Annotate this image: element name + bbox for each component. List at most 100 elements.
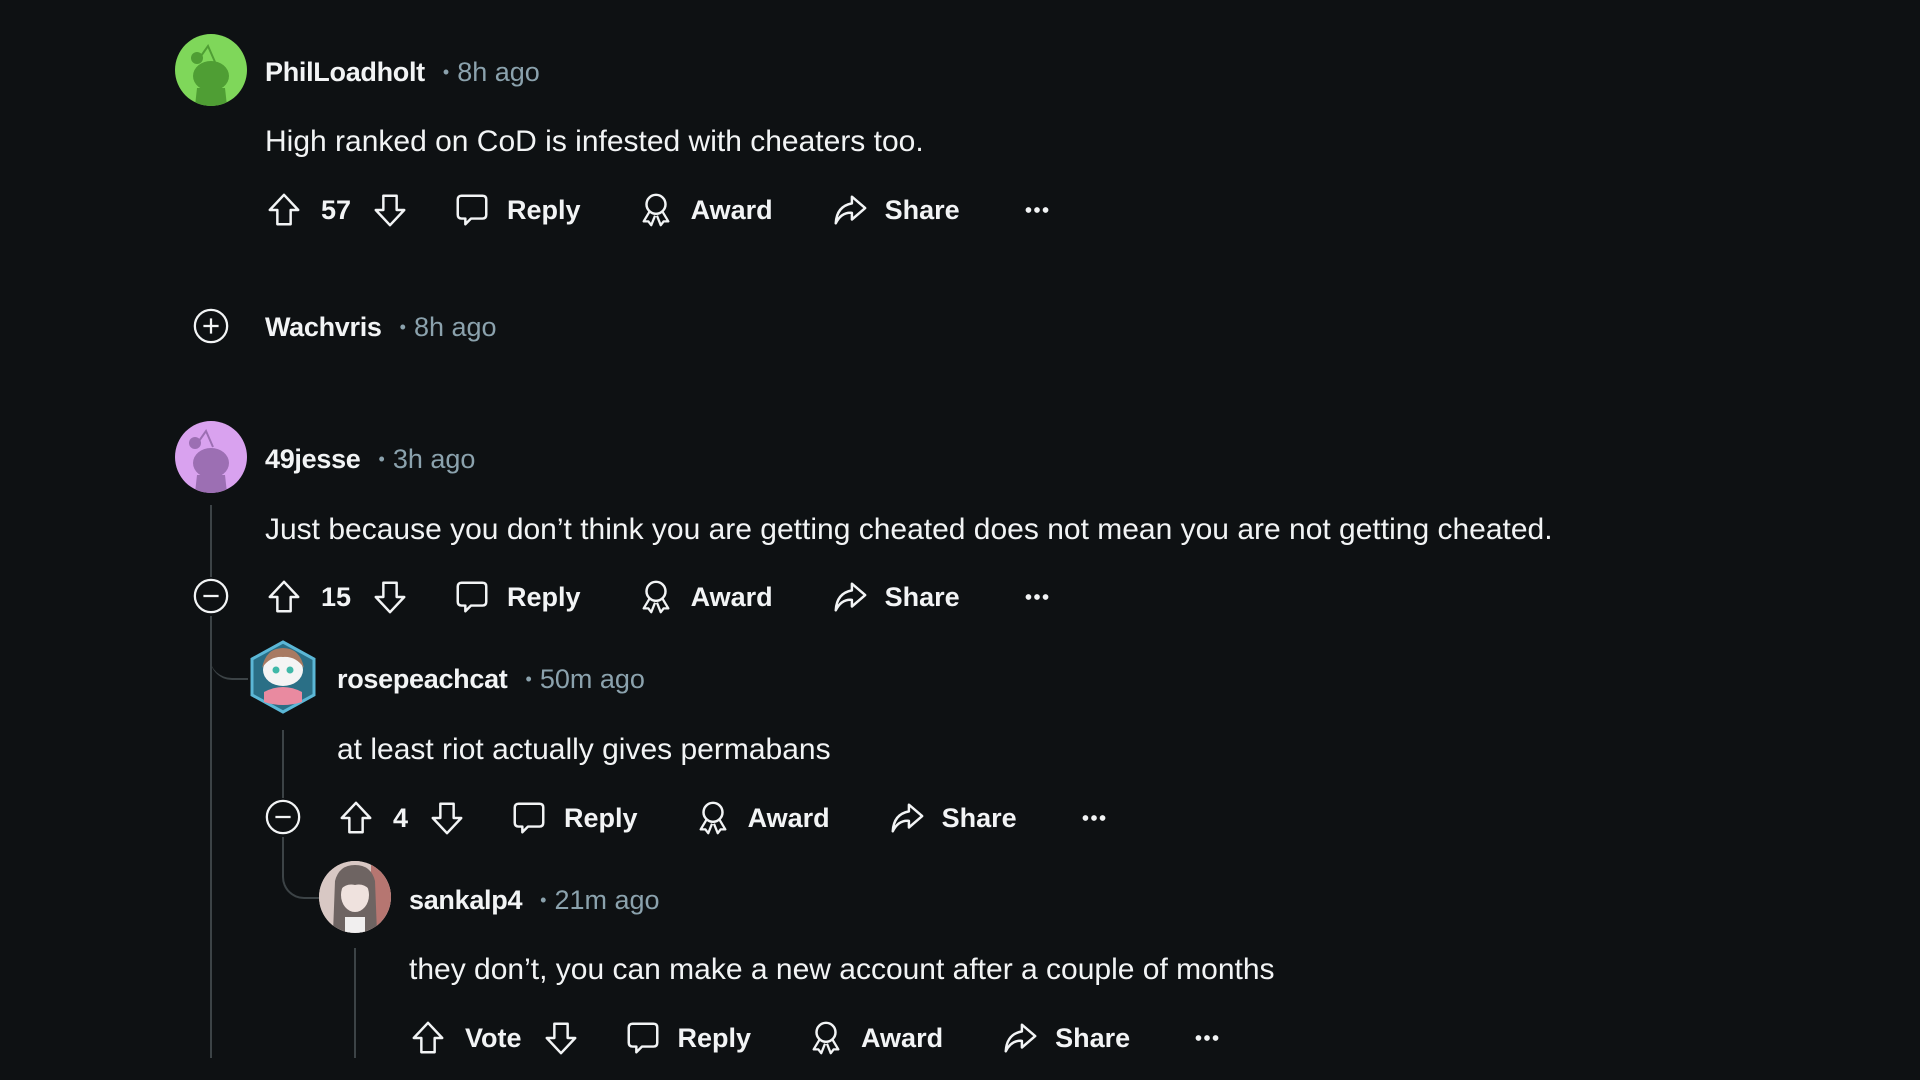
separator-dot: • [399,316,406,337]
thread-branch-sankalp4 [282,837,320,899]
downvote-icon [371,578,409,616]
thread-branch-rosepeachcat [210,616,248,680]
username[interactable]: rosepeachcat [337,664,508,695]
reply-button[interactable]: Reply [510,799,638,837]
upvote-button[interactable] [265,578,303,616]
timestamp[interactable]: 3h ago [393,444,476,475]
comment-bubble-icon [624,1019,662,1057]
comment-bubble-icon [453,578,491,616]
award-icon [694,799,732,837]
upvote-button[interactable] [409,1019,447,1057]
comment-actions: 57 Reply Award Share [265,188,1056,232]
downvote-icon [542,1019,580,1057]
username[interactable]: Wachvris [265,312,382,343]
comment-actions: 15 Reply Award Share [265,575,1056,619]
expand-plus-icon[interactable] [192,307,230,345]
vote-count: 57 [321,194,352,225]
thread-line-rosepeachcat[interactable] [282,730,284,798]
comment-meta: PhilLoadholt • 8h ago [265,52,540,92]
snoo-avatar-icon [191,43,229,106]
reply-label: Reply [507,194,581,225]
reply-label: Reply [677,1022,752,1053]
more-options-button[interactable] [1018,578,1056,616]
avatar[interactable] [250,640,316,714]
downvote-button[interactable] [428,799,466,837]
comment-bubble-icon [453,191,491,229]
upvote-icon [409,1019,447,1057]
award-label: Award [861,1022,944,1053]
award-icon [637,191,675,229]
share-label: Share [941,802,1017,833]
vote-count: 4 [393,802,409,833]
comment-meta: 49jesse • 3h ago [265,439,475,479]
separator-dot: • [442,61,450,82]
award-label: Award [747,802,830,833]
comment-meta: rosepeachcat • 50m ago [337,659,645,699]
avatar[interactable] [175,34,247,106]
avatar[interactable] [319,861,391,933]
timestamp[interactable]: 50m ago [540,664,645,695]
comment-body: they don’t, you can make a new account a… [409,953,1275,986]
separator-dot: • [378,448,385,469]
share-button[interactable]: Share [1001,1019,1130,1057]
timestamp[interactable]: 8h ago [414,312,497,343]
award-button[interactable]: Award [694,799,830,837]
share-label: Share [1055,1022,1131,1053]
award-label: Award [690,194,773,225]
comment-body: at least riot actually gives permabans [337,733,831,766]
share-label: Share [884,194,960,225]
downvote-button[interactable] [371,578,409,616]
more-dots-icon [1018,191,1056,229]
upvote-icon [337,799,375,837]
comment-bubble-icon [510,799,548,837]
username[interactable]: PhilLoadholt [265,57,425,88]
vote-count: 15 [321,581,352,612]
snoo-avatar-icon [189,428,229,493]
comment-meta: Wachvris • 8h ago [265,307,497,347]
upvote-icon [265,578,303,616]
downvote-icon [371,191,409,229]
share-label: Share [884,581,960,612]
share-arrow-icon [831,578,869,616]
share-button[interactable]: Share [888,799,1017,837]
downvote-button[interactable] [371,191,409,229]
award-button[interactable]: Award [807,1019,943,1057]
separator-dot: • [540,889,547,910]
share-button[interactable]: Share [831,191,960,229]
downvote-button[interactable] [542,1019,580,1057]
avatar[interactable] [175,421,247,493]
thread-line-sankalp4[interactable] [354,948,356,1058]
username[interactable]: 49jesse [265,444,361,475]
timestamp[interactable]: 21m ago [554,885,659,916]
reply-label: Reply [564,802,638,833]
collapse-minus-icon[interactable] [192,577,230,615]
downvote-icon [428,799,466,837]
timestamp[interactable]: 8h ago [457,57,540,88]
more-dots-icon [1018,578,1056,616]
more-dots-icon [1188,1019,1226,1057]
thread-line-49jesse[interactable] [210,505,212,577]
collapse-minus-icon[interactable] [264,798,302,836]
award-button[interactable]: Award [637,191,773,229]
share-button[interactable]: Share [831,578,960,616]
upvote-icon [265,191,303,229]
upvote-button[interactable] [337,799,375,837]
custom-snoo-avatar-icon [250,640,316,714]
more-options-button[interactable] [1188,1019,1226,1057]
reply-button[interactable]: Reply [624,1019,752,1057]
more-options-button[interactable] [1018,191,1056,229]
award-button[interactable]: Award [637,578,773,616]
vote-label: Vote [465,1022,522,1053]
reply-button[interactable]: Reply [453,578,581,616]
reply-button[interactable]: Reply [453,191,581,229]
more-options-button[interactable] [1075,799,1113,837]
comment-body: High ranked on CoD is infested with chea… [265,125,924,158]
share-arrow-icon [1001,1019,1039,1057]
award-label: Award [690,581,773,612]
reply-label: Reply [507,581,581,612]
thread-line-49jesse-children[interactable] [210,616,212,1058]
username[interactable]: sankalp4 [409,885,522,916]
upvote-button[interactable] [265,191,303,229]
share-arrow-icon [831,191,869,229]
comment-actions: 4 Reply Award Share [337,796,1113,840]
